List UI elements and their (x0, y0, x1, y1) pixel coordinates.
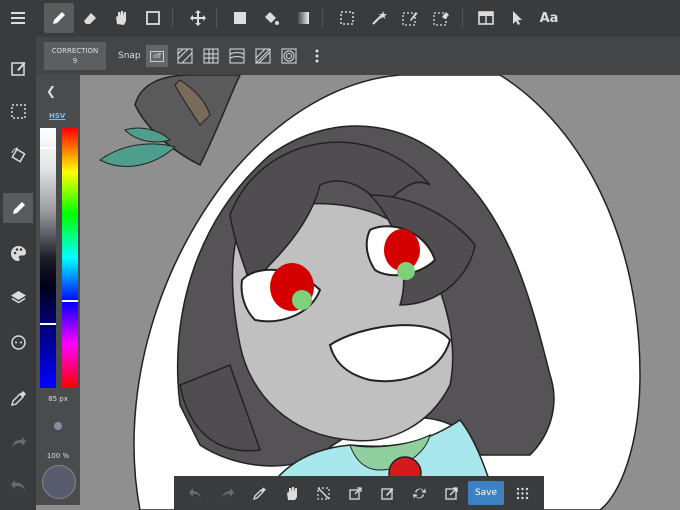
saturation-slider[interactable] (40, 128, 56, 388)
shape-tool-button[interactable] (138, 3, 168, 33)
current-color-swatch[interactable] (42, 465, 76, 499)
brush-icon[interactable] (3, 193, 33, 223)
eyedropper-icon[interactable] (3, 383, 33, 413)
pen-tool-button[interactable] (44, 3, 74, 33)
redo-icon[interactable] (3, 427, 33, 457)
gradient-tool-button[interactable] (288, 3, 318, 33)
hue-slider-thumb[interactable] (62, 300, 78, 302)
redo-button[interactable] (214, 479, 240, 507)
correction-value: 9 (72, 57, 78, 65)
edit-selection-button[interactable] (374, 479, 400, 507)
brush-size-label: 85 px (48, 395, 68, 403)
brush-size-preview[interactable] (54, 422, 62, 430)
rotate-button[interactable] (406, 479, 432, 507)
hue-slider[interactable] (62, 128, 78, 388)
materials-icon[interactable] (3, 327, 33, 357)
snap-off-label: off (150, 50, 164, 62)
select-pen-tool-button[interactable] (395, 3, 425, 33)
text-tool-button[interactable]: Aa (534, 3, 564, 33)
correction-setting[interactable]: CORRECTION 9 (44, 42, 106, 70)
snap-grid-button[interactable] (200, 45, 222, 67)
menu-icon[interactable] (3, 3, 33, 33)
select-eraser-tool-button[interactable] (426, 3, 456, 33)
toolbar-divider (462, 8, 463, 28)
snap-perspective-button[interactable] (252, 45, 274, 67)
eyedropper-button[interactable] (246, 479, 272, 507)
hand-tool-button[interactable] (106, 3, 136, 33)
magic-wand-tool-button[interactable] (364, 3, 394, 33)
correction-label: CORRECTION (51, 47, 99, 55)
save-button[interactable]: Save (468, 481, 504, 505)
undo-icon[interactable] (3, 470, 33, 500)
saturation-slider-thumb[interactable] (40, 323, 56, 325)
operation-tool-button[interactable] (502, 3, 532, 33)
fullscreen-button[interactable] (438, 479, 464, 507)
snap-off-button[interactable]: off (146, 45, 168, 67)
transform-selection-button[interactable] (342, 479, 368, 507)
undo-button[interactable] (182, 479, 208, 507)
bucket-tool-button[interactable] (256, 3, 286, 33)
transform-icon[interactable] (3, 140, 33, 170)
selection-icon[interactable] (3, 96, 33, 126)
toolbar-divider (322, 8, 323, 28)
color-mode-toggle[interactable]: HSV (49, 112, 65, 120)
deselect-button[interactable] (310, 479, 336, 507)
layers-icon[interactable] (3, 282, 33, 312)
move-tool-button[interactable] (183, 3, 213, 33)
select-rect-tool-button[interactable] (332, 3, 362, 33)
fill-rect-tool-button[interactable] (225, 3, 255, 33)
snap-horizontal-button[interactable] (226, 45, 248, 67)
toolbar-divider (172, 8, 173, 28)
snap-label: Snap (118, 51, 141, 61)
brightness-marker (40, 147, 56, 149)
opacity-label: 100 % (46, 452, 70, 460)
collapse-panel-icon[interactable]: ❮ (36, 80, 66, 102)
hand-button[interactable] (278, 479, 304, 507)
frame-divider-tool-button[interactable] (471, 3, 501, 33)
more-options-icon[interactable] (306, 45, 328, 67)
color-palette-icon[interactable] (3, 238, 33, 268)
drawing-canvas[interactable] (80, 75, 680, 510)
edit-icon[interactable] (3, 53, 33, 83)
eraser-tool-button[interactable] (75, 3, 105, 33)
snap-parallel-button[interactable] (174, 45, 196, 67)
grid-menu-icon[interactable] (509, 479, 535, 507)
snap-circle-button[interactable] (278, 45, 300, 67)
toolbar-divider (216, 8, 217, 28)
